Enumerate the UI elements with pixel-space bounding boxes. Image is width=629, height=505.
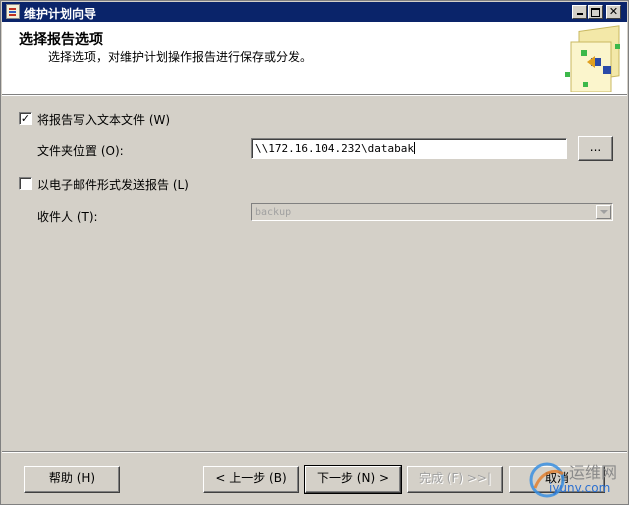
maximize-icon <box>591 8 600 17</box>
close-icon: ✕ <box>608 5 619 18</box>
site-watermark: 运维网 iyunv.com <box>525 457 629 505</box>
email-report-label[interactable]: 以电子邮件形式发送报告 (L) <box>37 176 189 193</box>
header-divider <box>2 94 627 96</box>
finish-button[interactable]: 完成 (F) >>| <box>407 466 503 493</box>
email-report-checkbox[interactable] <box>19 177 32 190</box>
folder-location-label: 文件夹位置 (O): <box>37 144 124 158</box>
watermark-url: iyunv.com <box>549 481 611 495</box>
wizard-window: 维护计划向导 ✕ 选择报告选项 选择选项，对维护计划操作报告进行保存或分发。 ✓… <box>0 0 629 505</box>
write-text-file-label[interactable]: 将报告写入文本文件 (W) <box>37 111 170 128</box>
help-button[interactable]: 帮助 (H) <box>24 466 120 493</box>
page-title: 选择报告选项 <box>19 32 103 48</box>
recipient-label: 收件人 (T): <box>37 210 98 224</box>
minimize-button[interactable] <box>572 5 587 19</box>
close-button[interactable]: ✕ <box>606 5 621 19</box>
watermark-name: 运维网 <box>569 463 618 482</box>
maximize-button[interactable] <box>588 5 603 19</box>
folder-location-value: \\172.16.104.232\databak <box>255 142 414 155</box>
write-text-file-checkbox[interactable]: ✓ <box>19 112 32 125</box>
minimize-icon <box>576 13 583 15</box>
browse-folder-button[interactable]: ... <box>578 136 613 161</box>
title-bar[interactable]: 维护计划向导 ✕ <box>2 2 627 22</box>
text-caret <box>413 142 415 154</box>
chevron-down-icon <box>596 205 611 219</box>
back-button[interactable]: < 上一步 (B) <box>203 466 299 493</box>
footer-divider <box>2 451 627 453</box>
wizard-header: 选择报告选项 选择选项，对维护计划操作报告进行保存或分发。 <box>2 22 627 94</box>
page-subtitle: 选择选项，对维护计划操作报告进行保存或分发。 <box>48 50 313 64</box>
wizard-graphic-icon <box>565 25 620 92</box>
folder-location-input[interactable]: \\172.16.104.232\databak <box>251 138 567 159</box>
next-button[interactable]: 下一步 (N) > <box>304 465 402 494</box>
window-title: 维护计划向导 <box>24 7 97 21</box>
wizard-app-icon <box>6 4 20 19</box>
recipient-select[interactable]: backup <box>251 203 613 221</box>
recipient-value: backup <box>255 207 292 218</box>
